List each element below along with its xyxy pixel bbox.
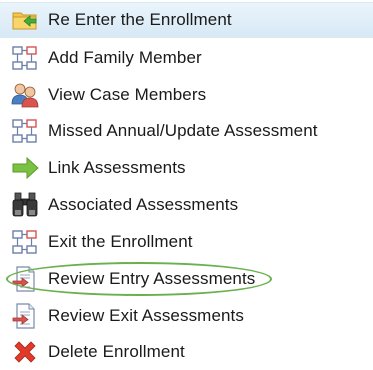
menu-item-label: Exit the Enrollment bbox=[48, 232, 193, 251]
context-menu: Re Enter the Enrollment Add Family Membe… bbox=[0, 0, 373, 364]
folder-arrow-icon bbox=[10, 5, 40, 35]
red-x-icon bbox=[10, 337, 40, 367]
menu-item-re-enter-enrollment[interactable]: Re Enter the Enrollment bbox=[0, 2, 373, 38]
document-arrow-icon bbox=[10, 301, 40, 331]
menu-item-delete-enrollment[interactable]: Delete Enrollment bbox=[0, 334, 373, 370]
menu-item-associated-assessments[interactable]: Associated Assessments bbox=[0, 187, 373, 223]
menu-item-label: Link Assessments bbox=[48, 158, 186, 177]
menu-item-view-case-members[interactable]: View Case Members bbox=[0, 77, 373, 113]
menu-item-label: Missed Annual/Update Assessment bbox=[48, 121, 318, 140]
menu-item-add-family-member[interactable]: Add Family Member bbox=[0, 40, 373, 76]
menu-item-label: Review Entry Assessments bbox=[48, 269, 256, 288]
menu-item-label: Re Enter the Enrollment bbox=[48, 10, 232, 29]
menu-item-label: Review Exit Assessments bbox=[48, 306, 244, 325]
menu-item-review-exit-assessments[interactable]: Review Exit Assessments bbox=[0, 298, 373, 334]
menu-item-label: Delete Enrollment bbox=[48, 342, 185, 361]
menu-item-link-assessments[interactable]: Link Assessments bbox=[0, 150, 373, 186]
menu-item-label: Add Family Member bbox=[48, 48, 202, 67]
menu-item-exit-enrollment[interactable]: Exit the Enrollment bbox=[0, 224, 373, 260]
workflow-icon bbox=[10, 227, 40, 257]
menu-item-missed-annual-update-assessment[interactable]: Missed Annual/Update Assessment bbox=[0, 113, 373, 149]
green-arrow-icon bbox=[10, 153, 40, 183]
menu-item-review-entry-assessments[interactable]: Review Entry Assessments bbox=[0, 261, 373, 297]
binoculars-icon bbox=[10, 190, 40, 220]
workflow-icon bbox=[10, 116, 40, 146]
menu-item-label: View Case Members bbox=[48, 85, 207, 104]
users-icon bbox=[10, 80, 40, 110]
menu-item-label: Associated Assessments bbox=[48, 195, 239, 214]
document-arrow-icon bbox=[10, 264, 40, 294]
workflow-icon bbox=[10, 43, 40, 73]
